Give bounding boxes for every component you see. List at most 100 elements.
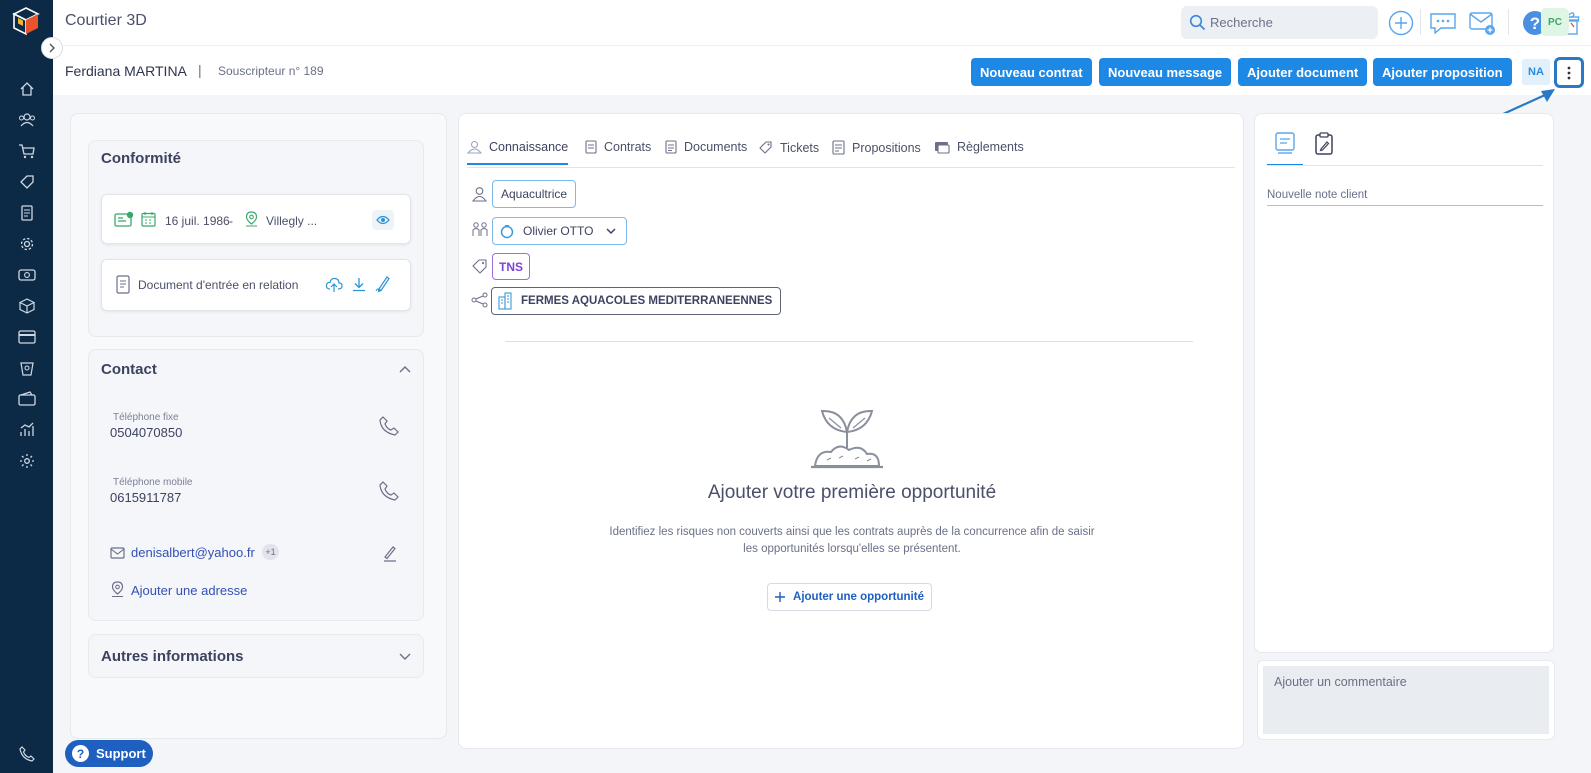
- call-landline-icon[interactable]: [379, 416, 399, 436]
- client-info-panel: Conformité 16 juil. 1986 - Villegly ... …: [70, 113, 447, 739]
- clipboard-edit-icon: [1315, 132, 1333, 155]
- payment-icon: [935, 141, 950, 154]
- document-icon[interactable]: [16, 202, 38, 224]
- email-extra-badge[interactable]: +1: [262, 544, 279, 560]
- edit-pen-icon[interactable]: [383, 545, 397, 562]
- tab-documents-label: Documents: [684, 140, 748, 154]
- settings-gear-icon[interactable]: [16, 233, 38, 255]
- add-opportunity-button[interactable]: Ajouter une opportunité: [767, 583, 932, 611]
- card-icon[interactable]: [16, 326, 38, 348]
- phone-icon[interactable]: [16, 743, 38, 765]
- notes-tab[interactable]: [1267, 132, 1303, 166]
- logo-icon[interactable]: [11, 6, 41, 36]
- tab-reglements[interactable]: Règlements: [934, 140, 1024, 154]
- search-box[interactable]: [1181, 6, 1378, 39]
- empty-state-desc-line2: les opportunités lorsqu'elles se présent…: [743, 543, 961, 555]
- building-icon: [498, 292, 512, 310]
- empty-state-title: Ajouter votre première opportunité: [707, 482, 997, 503]
- date-place-separator: -: [229, 214, 233, 228]
- contact-card: Contact Téléphone fixe 0504070850 Téléph…: [88, 349, 424, 621]
- search-input[interactable]: [1210, 15, 1360, 30]
- receipt-icon[interactable]: [16, 357, 38, 379]
- empty-state-desc-line1: Identifiez les risques non couverts ains…: [609, 526, 1095, 538]
- chart-icon[interactable]: [16, 419, 38, 441]
- upload-cloud-icon[interactable]: [325, 277, 343, 293]
- subscriber-number: Souscripteur n° 189: [218, 64, 324, 78]
- company-name: FERMES AQUACOLES MEDITERRANEENNES: [521, 295, 773, 307]
- add-proposal-button[interactable]: Ajouter proposition: [1373, 58, 1512, 86]
- top-bar: Courtier 3D ? PC: [53, 0, 1591, 45]
- tab-documents[interactable]: Documents: [665, 140, 747, 154]
- document-icon: [116, 275, 130, 294]
- client-name: Ferdiana MARTINA: [65, 63, 187, 79]
- chat-icon[interactable]: [1428, 8, 1458, 38]
- relation-dropdown[interactable]: Olivier OTTO: [492, 217, 628, 245]
- chevron-down-icon: [606, 227, 616, 234]
- chevron-down-icon[interactable]: [399, 653, 411, 661]
- tab-contrats[interactable]: Contrats: [585, 140, 651, 154]
- help-circle-icon: ?: [72, 745, 89, 762]
- box-icon[interactable]: [16, 295, 38, 317]
- chevron-up-icon[interactable]: [399, 365, 411, 373]
- contract-icon: [585, 140, 597, 154]
- mail-icon: [110, 547, 125, 559]
- company-chip[interactable]: FERMES AQUACOLES MEDITERRANEENNES: [491, 287, 782, 315]
- calendar-icon: [141, 212, 156, 227]
- sidebar: [0, 0, 53, 773]
- user-avatar[interactable]: PC: [1541, 8, 1569, 36]
- profession-chip[interactable]: Aquacultrice: [492, 180, 577, 208]
- tab-contrats-label: Contrats: [604, 140, 652, 154]
- cart-icon[interactable]: [16, 140, 38, 162]
- tab-reglements-label: Règlements: [957, 140, 1024, 154]
- tab-connaissance[interactable]: Connaissance: [467, 140, 569, 165]
- status-chip[interactable]: TNS: [492, 253, 530, 280]
- users-icon[interactable]: [16, 109, 38, 131]
- other-info-card[interactable]: Autres informations: [88, 634, 424, 678]
- proposal-icon: [832, 140, 845, 155]
- new-note-input[interactable]: [1267, 184, 1543, 206]
- tasks-tab[interactable]: [1311, 132, 1337, 158]
- add-document-button[interactable]: Ajouter document: [1238, 58, 1368, 86]
- relation-name: Olivier OTTO: [523, 224, 594, 238]
- email-link[interactable]: denisalbert@yahoo.fr: [131, 545, 255, 560]
- support-label: Support: [96, 746, 146, 761]
- config-icon[interactable]: [16, 450, 38, 472]
- location-pin-icon: [111, 581, 124, 597]
- tag-icon[interactable]: [16, 171, 38, 193]
- comment-input[interactable]: [1263, 666, 1549, 734]
- sprout-illustration-icon: [811, 409, 883, 469]
- entry-document-label: Document d'entrée en relation: [138, 278, 299, 292]
- app-title: Courtier 3D: [65, 12, 147, 29]
- tab-tickets-label: Tickets: [780, 140, 820, 155]
- mail-add-icon[interactable]: [1467, 8, 1497, 38]
- ring-icon: [500, 225, 514, 239]
- eye-icon: [376, 215, 390, 225]
- sidebar-toggle-button[interactable]: [41, 37, 63, 59]
- header-separator: |: [198, 62, 202, 78]
- svg-text:?: ?: [1530, 14, 1540, 33]
- na-badge[interactable]: NA: [1522, 59, 1550, 85]
- sign-icon[interactable]: [375, 275, 391, 293]
- add-address-link[interactable]: Ajouter une adresse: [131, 583, 247, 598]
- home-icon[interactable]: [16, 78, 38, 100]
- notes-panel: [1254, 113, 1554, 653]
- landline-value: 0504070850: [110, 425, 183, 440]
- mobile-label: Téléphone mobile: [113, 477, 193, 488]
- new-message-button[interactable]: Nouveau message: [1099, 58, 1232, 86]
- identity-row: 16 juil. 1986 - Villegly ...: [101, 194, 411, 244]
- download-icon[interactable]: [352, 277, 366, 292]
- money-icon[interactable]: [16, 264, 38, 286]
- birth-date: 16 juil. 1986: [165, 214, 230, 228]
- add-circle-icon[interactable]: [1386, 8, 1416, 38]
- new-contract-button[interactable]: Nouveau contrat: [971, 58, 1092, 86]
- view-button[interactable]: [372, 210, 394, 230]
- mobile-value: 0615911787: [110, 490, 182, 505]
- call-mobile-icon[interactable]: [379, 481, 399, 501]
- section-divider: [505, 341, 1193, 342]
- tab-tickets[interactable]: Tickets: [758, 140, 819, 155]
- tab-propositions[interactable]: Propositions: [832, 140, 921, 155]
- support-button[interactable]: ? Support: [65, 740, 153, 767]
- search-icon: [1189, 14, 1206, 31]
- birth-place: Villegly ...: [266, 214, 318, 228]
- wallet-icon[interactable]: [16, 388, 38, 410]
